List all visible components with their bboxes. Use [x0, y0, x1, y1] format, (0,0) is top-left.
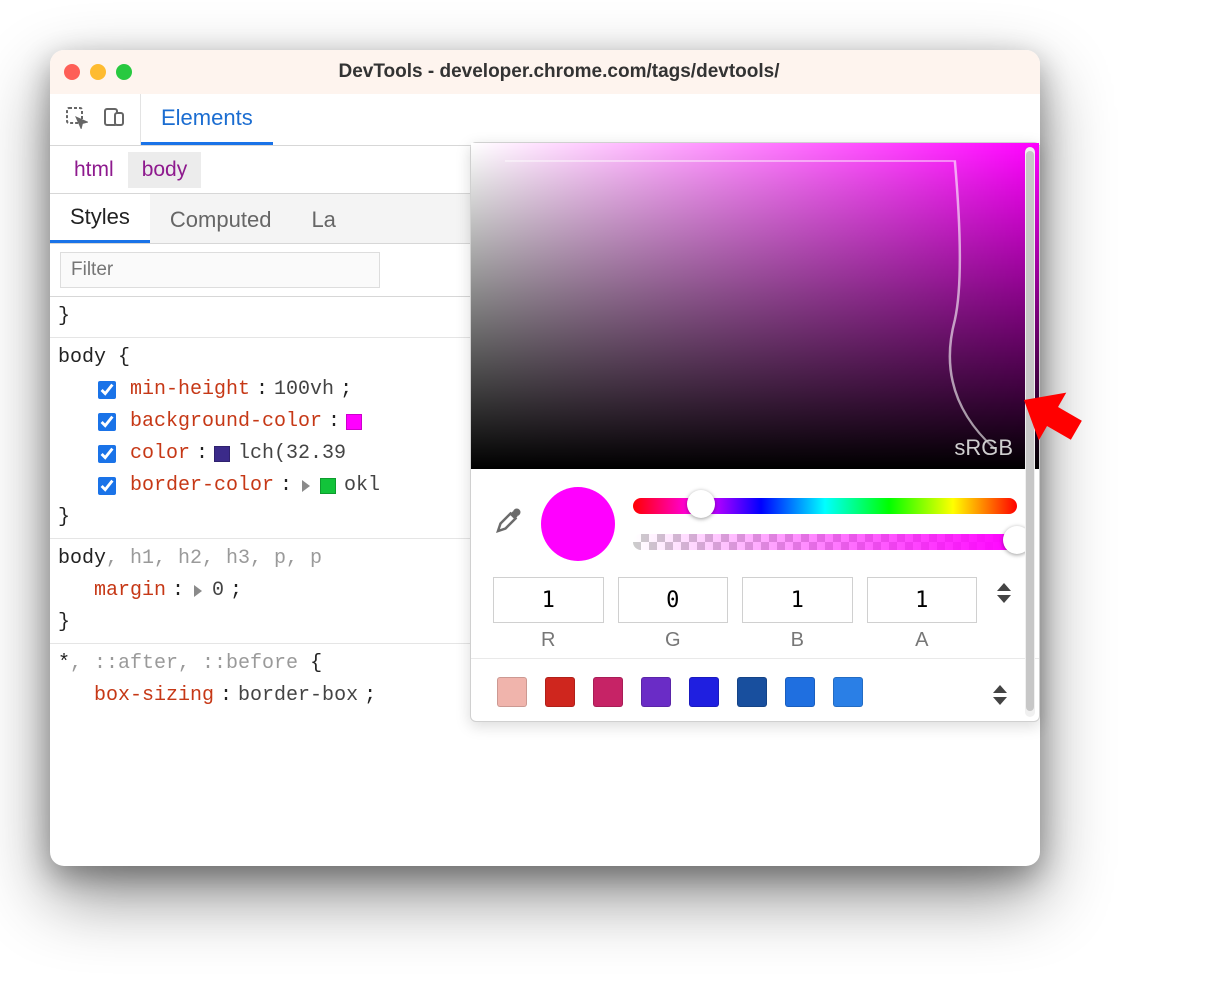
palette-swatch[interactable]: [593, 677, 623, 707]
toggle-color[interactable]: [98, 445, 116, 463]
breadcrumb-html[interactable]: html: [60, 152, 128, 188]
styles-filter-input[interactable]: [60, 252, 380, 288]
palette-set-stepper[interactable]: [987, 685, 1013, 705]
input-g[interactable]: [618, 577, 729, 623]
palette-swatch[interactable]: [689, 677, 719, 707]
label-g: G: [618, 629, 729, 652]
palette-swatch[interactable]: [737, 677, 767, 707]
color-swatch[interactable]: [320, 478, 336, 494]
srgb-gamut-boundary-line: [505, 155, 1005, 455]
label-r: R: [493, 629, 604, 652]
expand-shorthand-icon[interactable]: [194, 585, 202, 597]
devtools-toolbar: Elements: [50, 94, 1040, 146]
tab-styles[interactable]: Styles: [50, 194, 150, 243]
color-component-row: R G B A: [471, 571, 1039, 658]
window-title: DevTools - developer.chrome.com/tags/dev…: [152, 61, 966, 83]
input-a[interactable]: [867, 577, 978, 623]
annotation-arrow-icon: [988, 356, 1098, 466]
window-titlebar: DevTools - developer.chrome.com/tags/dev…: [50, 50, 1040, 94]
close-window-button[interactable]: [64, 64, 80, 80]
panel-content: html body Styles Computed La } body { mi…: [50, 146, 1040, 866]
breadcrumb-body[interactable]: body: [128, 152, 202, 188]
traffic-lights: [64, 64, 132, 80]
inspect-element-icon[interactable]: [64, 105, 88, 135]
palette-swatch[interactable]: [641, 677, 671, 707]
color-gradient-field[interactable]: sRGB: [471, 143, 1039, 469]
devtools-window: DevTools - developer.chrome.com/tags/dev…: [50, 50, 1040, 866]
input-b[interactable]: [742, 577, 853, 623]
color-palette-row: [471, 658, 1039, 721]
palette-swatch[interactable]: [785, 677, 815, 707]
toggle-border-color[interactable]: [98, 477, 116, 495]
tab-elements-label: Elements: [161, 105, 253, 131]
color-swatch[interactable]: [214, 446, 230, 462]
color-picker-popover[interactable]: sRGB R: [470, 142, 1040, 722]
input-r[interactable]: [493, 577, 604, 623]
palette-swatch[interactable]: [833, 677, 863, 707]
palette-swatch[interactable]: [497, 677, 527, 707]
minimize-window-button[interactable]: [90, 64, 106, 80]
color-swatch[interactable]: [346, 414, 362, 430]
hue-slider[interactable]: [633, 498, 1017, 514]
toggle-min-height[interactable]: [98, 381, 116, 399]
expand-shorthand-icon[interactable]: [302, 480, 310, 492]
toggle-background-color[interactable]: [98, 413, 116, 431]
tab-elements[interactable]: Elements: [141, 94, 273, 145]
color-preview-circle: [541, 487, 615, 561]
maximize-window-button[interactable]: [116, 64, 132, 80]
tab-computed[interactable]: Computed: [150, 197, 292, 243]
label-a: A: [867, 629, 978, 652]
palette-swatch[interactable]: [545, 677, 575, 707]
label-b: B: [742, 629, 853, 652]
color-format-stepper[interactable]: [991, 583, 1017, 603]
device-toolbar-icon[interactable]: [102, 105, 126, 135]
eyedropper-icon[interactable]: [493, 506, 523, 542]
alpha-slider[interactable]: [633, 534, 1017, 550]
hue-slider-thumb[interactable]: [687, 490, 715, 518]
tab-layout-truncated[interactable]: La: [291, 197, 355, 243]
